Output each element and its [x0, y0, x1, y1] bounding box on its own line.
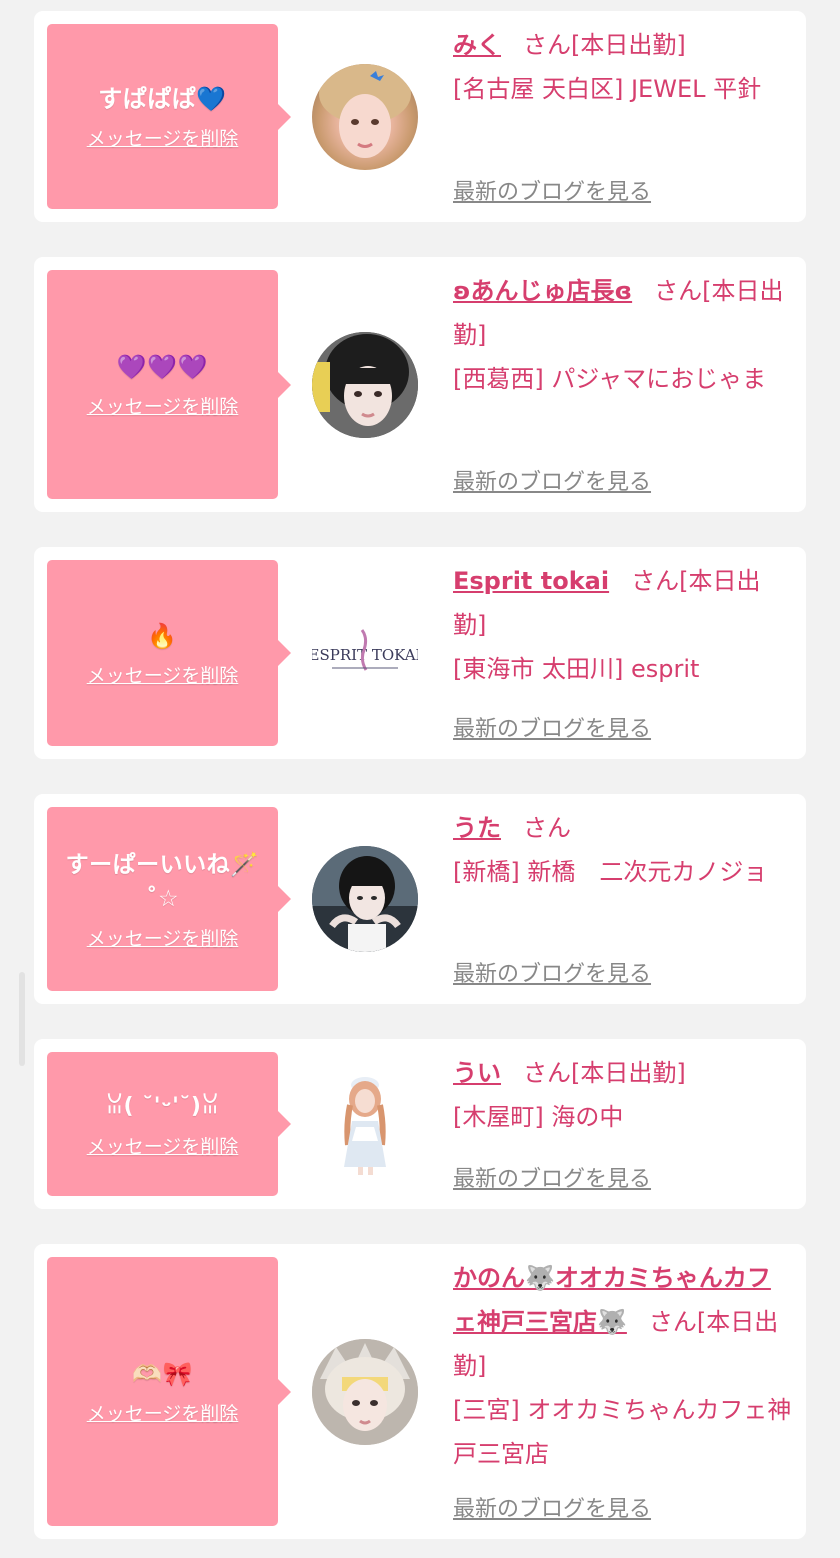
avatar[interactable]	[312, 332, 418, 438]
latest-blog-link[interactable]: 最新のブログを見る	[453, 174, 651, 206]
follow-card: すーぱーいいね🪄˚☆ メッセージを削除 うた さん [新橋] 新橋 二次元カノジョ…	[34, 794, 806, 1004]
profile-photo-icon	[312, 332, 418, 438]
member-info: ʚあんじゅ店長ɞ さん[本日出勤] [西葛西] パジャマにおじゃま	[453, 269, 793, 401]
avatar[interactable]: ESPRIT TOKAI	[312, 600, 418, 706]
latest-blog-link[interactable]: 最新のブログを見る	[453, 464, 651, 496]
message-bubble: すーぱーいいね🪄˚☆ メッセージを削除	[47, 807, 291, 991]
profile-photo-icon	[319, 64, 411, 158]
delete-message-link[interactable]: メッセージを削除	[87, 124, 239, 151]
member-name-link[interactable]: うい	[453, 1059, 501, 1087]
message-text: 🫶🏻🎀	[132, 1360, 193, 1388]
message-text: すーぱーいいね🪄˚☆	[65, 851, 260, 912]
message-bubble: 💜💜💜 メッセージを削除	[47, 270, 291, 499]
message-text: 🔥	[147, 621, 178, 650]
latest-blog-link[interactable]: 最新のブログを見る	[453, 711, 651, 743]
follow-card: すぱぱぱ💙 メッセージを削除 みく さん[本日出勤] [名古屋 天白区] JEWE…	[34, 11, 806, 222]
message-text: すぱぱぱ💙	[98, 85, 227, 113]
member-info: うい さん[本日出勤] [木屋町] 海の中	[453, 1051, 793, 1139]
member-area: [新橋] 新橋 二次元カノジョ	[453, 858, 768, 886]
avatar[interactable]	[312, 1071, 418, 1177]
follow-card: 🫶🏻🎀 メッセージを削除 かのん🐺オオカミちゃんカフェ神戸三宮店🐺 さん[本日出勤…	[34, 1244, 806, 1539]
delete-message-link[interactable]: メッセージを削除	[87, 924, 239, 951]
member-info: うた さん [新橋] 新橋 二次元カノジョ	[453, 806, 793, 894]
follow-card: 🔥 メッセージを削除 ESPRIT TOKAI Esprit tokai さん[本…	[34, 547, 806, 759]
profile-photo-icon	[312, 1339, 418, 1445]
member-area: [三宮] オオカミちゃんカフェ神戸三宮店	[453, 1396, 792, 1468]
member-area: [名古屋 天白区] JEWEL 平針	[453, 75, 762, 103]
member-area: [西葛西] パジャマにおじゃま	[453, 365, 767, 393]
member-name-link[interactable]: Esprit tokai	[453, 567, 609, 595]
message-bubble: ꈍ( ˘'ᵕ'˘)ꈍ メッセージを削除	[47, 1052, 291, 1196]
message-bubble: 🫶🏻🎀 メッセージを削除	[47, 1257, 291, 1526]
member-name-link[interactable]: うた	[453, 814, 501, 842]
delete-message-link[interactable]: メッセージを削除	[87, 1132, 239, 1159]
latest-blog-link[interactable]: 最新のブログを見る	[453, 1161, 651, 1193]
esprit-logo-icon: ESPRIT TOKAI	[312, 629, 418, 671]
member-area: [東海市 太田川] esprit	[453, 655, 700, 683]
member-name-link[interactable]: みく	[453, 31, 501, 59]
latest-blog-link[interactable]: 最新のブログを見る	[453, 956, 651, 988]
message-bubble: すぱぱぱ💙 メッセージを削除	[47, 24, 291, 209]
scroll-indicator[interactable]	[19, 972, 25, 1066]
delete-message-link[interactable]: メッセージを削除	[87, 1399, 239, 1426]
member-area: [木屋町] 海の中	[453, 1103, 624, 1131]
avatar[interactable]	[312, 1339, 418, 1445]
member-name-link[interactable]: ʚあんじゅ店長ɞ	[453, 277, 632, 305]
member-status: さん	[523, 814, 571, 842]
follow-card: 💜💜💜 メッセージを削除 ʚあんじゅ店長ɞ さん[本日出勤] [西葛西] パジャマ…	[34, 257, 806, 512]
member-info: かのん🐺オオカミちゃんカフェ神戸三宮店🐺 さん[本日出勤] [三宮] オオカミちゃ…	[453, 1256, 793, 1476]
member-info: みく さん[本日出勤] [名古屋 天白区] JEWEL 平針	[453, 23, 793, 111]
message-text: 💜💜💜	[116, 353, 209, 381]
member-status: さん[本日出勤]	[523, 1059, 686, 1087]
avatar[interactable]	[312, 64, 418, 170]
avatar[interactable]	[312, 846, 418, 952]
member-status: さん[本日出勤]	[523, 31, 686, 59]
message-text: ꈍ( ˘'ᵕ'˘)ꈍ	[105, 1093, 220, 1119]
profile-photo-icon	[344, 1077, 386, 1175]
member-info: Esprit tokai さん[本日出勤] [東海市 太田川] esprit	[453, 559, 793, 691]
message-bubble: 🔥 メッセージを削除	[47, 560, 291, 746]
delete-message-link[interactable]: メッセージを削除	[87, 661, 239, 688]
follow-card: ꈍ( ˘'ᵕ'˘)ꈍ メッセージを削除 うい さん[本日出勤] [木屋町] 海の中…	[34, 1039, 806, 1209]
delete-message-link[interactable]: メッセージを削除	[87, 392, 239, 419]
profile-photo-icon	[312, 846, 418, 952]
latest-blog-link[interactable]: 最新のブログを見る	[453, 1491, 651, 1523]
